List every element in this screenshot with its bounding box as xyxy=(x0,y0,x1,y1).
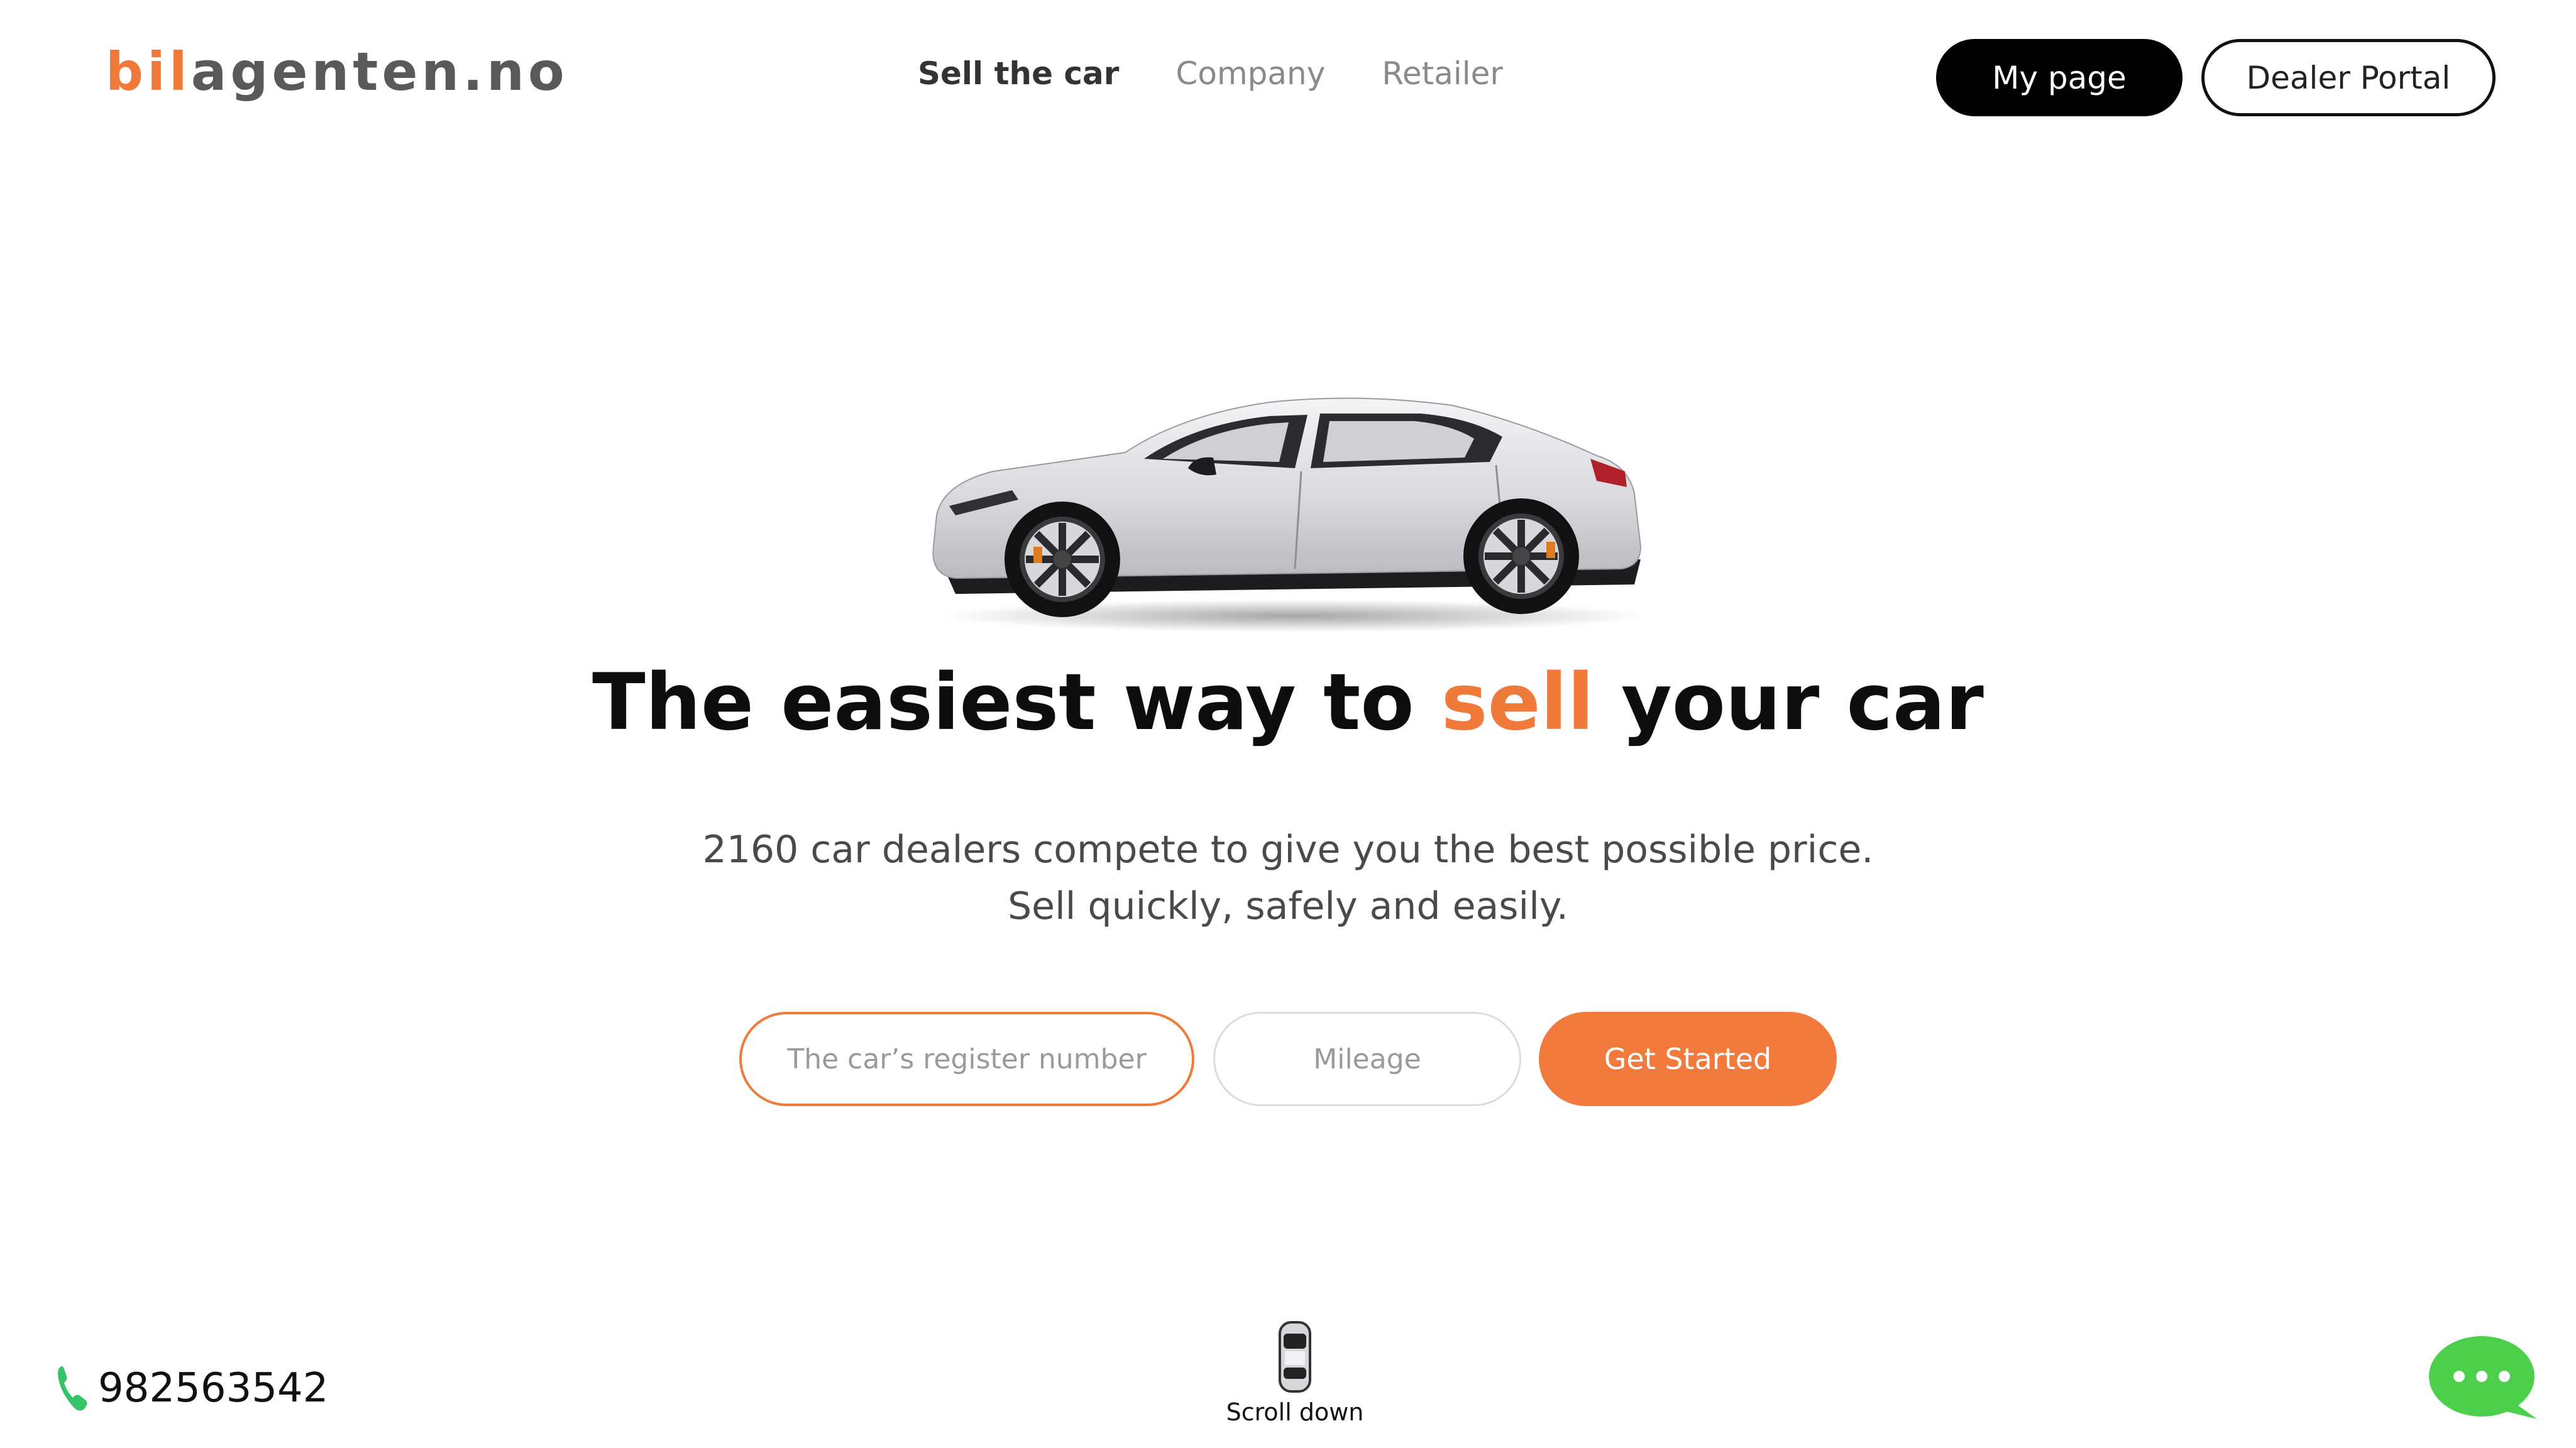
brand-logo[interactable]: bilagenten.no xyxy=(106,45,568,98)
phone-icon xyxy=(58,1366,87,1411)
car-top-view-icon xyxy=(1279,1321,1311,1393)
dealer-portal-button[interactable]: Dealer Portal xyxy=(2201,39,2496,116)
hero-subtitle-line1: 2160 car dealers compete to give you the… xyxy=(702,828,1874,872)
nav-item-sell-the-car[interactable]: Sell the car xyxy=(918,58,1119,89)
get-started-button[interactable]: Get Started xyxy=(1539,1012,1837,1106)
car-image xyxy=(932,397,1647,632)
scroll-down-label: Scroll down xyxy=(1226,1398,1364,1426)
hero-heading-part2: your car xyxy=(1593,657,1984,748)
hero-heading: The easiest way to sell your car xyxy=(0,660,2576,745)
mileage-input[interactable] xyxy=(1213,1012,1521,1106)
site-header: bilagenten.no Sell the car Company Retai… xyxy=(0,0,2576,157)
nav-item-retailer[interactable]: Retailer xyxy=(1382,58,1503,89)
register-number-input[interactable] xyxy=(739,1012,1194,1106)
logo-part-bil: bil xyxy=(106,41,191,102)
phone-number: 982563542 xyxy=(98,1365,329,1412)
hero-subtitle-line2: Sell quickly, safely and easily. xyxy=(1008,884,1568,928)
hero-heading-accent: sell xyxy=(1441,657,1594,748)
phone-contact[interactable]: 982563542 xyxy=(55,1364,328,1413)
chat-bubble-icon[interactable] xyxy=(2426,1332,2546,1427)
scroll-down-indicator[interactable]: Scroll down xyxy=(1194,1320,1395,1424)
my-page-button[interactable]: My page xyxy=(1936,39,2182,116)
main-nav: Sell the car Company Retailer xyxy=(918,58,1503,89)
hero-heading-part1: The easiest way to xyxy=(592,657,1441,748)
sell-car-form: Get Started xyxy=(0,1012,2576,1106)
nav-item-company[interactable]: Company xyxy=(1175,58,1325,89)
logo-part-agenten: agenten.no xyxy=(190,41,568,102)
